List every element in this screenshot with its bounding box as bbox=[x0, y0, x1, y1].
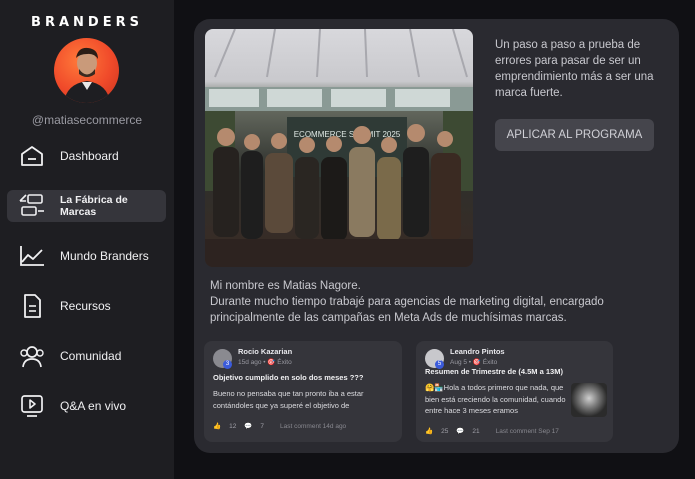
program-description: Un paso a paso a prueba de errores para … bbox=[495, 39, 654, 99]
post-meta: Aug 5 • 🎯 Éxito bbox=[450, 359, 498, 366]
bio-line-1: Mi nombre es Matias Nagore. bbox=[210, 280, 361, 292]
play-icon bbox=[18, 393, 46, 419]
bio-line-2: Durante mucho tiempo trabajé para agenci… bbox=[210, 296, 604, 324]
brand-logo[interactable]: BRANDERS bbox=[0, 15, 174, 30]
post-title[interactable]: Resumen de Trimestre de (4.5M a 13M) bbox=[425, 367, 563, 376]
nav-item-mundo-branders[interactable]: Mundo Branders bbox=[7, 240, 166, 272]
community-post-card[interactable]: 5 Leandro Pintos Aug 5 • 🎯 Éxito Resumen… bbox=[416, 341, 613, 442]
post-stats: 👍 25 💬 21 Last comment Sep 17 bbox=[425, 427, 567, 436]
post-thumbnail[interactable] bbox=[571, 383, 607, 417]
comment-count: 21 bbox=[472, 427, 480, 435]
like-count: 12 bbox=[229, 422, 237, 430]
nav-label: Q&A en vivo bbox=[60, 399, 127, 413]
comment-count: 7 bbox=[260, 422, 265, 430]
nav-label: La Fábrica de Marcas bbox=[60, 194, 128, 218]
nav-item-recursos[interactable]: Recursos bbox=[7, 290, 166, 322]
nav-label: Comunidad bbox=[60, 349, 122, 363]
nav-label: Dashboard bbox=[60, 149, 119, 163]
like-icon[interactable]: 👍 bbox=[213, 422, 221, 430]
nav-item-fabrica-de-marcas[interactable]: La Fábrica de Marcas bbox=[7, 190, 166, 222]
post-body: 🤗🏪Hola a todos primero que nada, que bie… bbox=[425, 383, 566, 415]
like-count: 25 bbox=[441, 427, 449, 435]
nav-label: Recursos bbox=[60, 299, 111, 313]
post-title[interactable]: Objetivo cumplido en solo dos meses ??? bbox=[213, 373, 363, 382]
main-card: ECOMMERCE SUMMIT 2025 Un paso a paso a p… bbox=[194, 19, 679, 453]
nav-label: Mundo Branders bbox=[60, 249, 149, 263]
level-badge: 3 bbox=[223, 360, 232, 369]
nav-item-dashboard[interactable]: Dashboard bbox=[7, 140, 166, 172]
nav-item-qa-en-vivo[interactable]: Q&A en vivo bbox=[7, 390, 166, 422]
document-icon bbox=[18, 293, 46, 319]
community-post-card[interactable]: 3 Rocio Kazarian 15d ago • 🎯 Éxito Objet… bbox=[204, 341, 402, 442]
post-author[interactable]: Rocio Kazarian bbox=[238, 347, 292, 356]
program-photo: ECOMMERCE SUMMIT 2025 bbox=[205, 29, 473, 267]
sidebar: BRANDERS @matiasecommerce Dashboard La F… bbox=[0, 0, 174, 479]
person-silhouette bbox=[64, 47, 110, 103]
home-icon bbox=[18, 143, 46, 169]
profile-handle[interactable]: @matiasecommerce bbox=[0, 113, 174, 127]
comment-icon[interactable]: 💬 bbox=[456, 427, 464, 435]
apply-program-button[interactable]: APLICAR AL PROGRAMA bbox=[495, 119, 654, 151]
post-stats: 👍 12 💬 7 Last comment 14d ago bbox=[213, 422, 354, 431]
factory-icon bbox=[18, 193, 46, 219]
like-icon[interactable]: 👍 bbox=[425, 427, 433, 435]
post-author[interactable]: Leandro Pintos bbox=[450, 347, 505, 356]
post-meta: 15d ago • 🎯 Éxito bbox=[238, 359, 292, 366]
users-icon bbox=[18, 343, 46, 369]
last-comment: Last comment 14d ago bbox=[280, 422, 347, 430]
last-comment: Last comment Sep 17 bbox=[495, 427, 559, 435]
nav-item-comunidad[interactable]: Comunidad bbox=[7, 340, 166, 372]
bio-text: Mi nombre es Matias Nagore. Durante much… bbox=[210, 278, 670, 326]
profile-avatar[interactable] bbox=[54, 38, 119, 103]
group-photo-illustration: ECOMMERCE SUMMIT 2025 bbox=[205, 29, 473, 267]
chart-line-icon bbox=[18, 243, 46, 269]
comment-icon[interactable]: 💬 bbox=[244, 422, 252, 430]
post-body: Bueno no pensaba que tan pronto iba a es… bbox=[213, 389, 364, 410]
